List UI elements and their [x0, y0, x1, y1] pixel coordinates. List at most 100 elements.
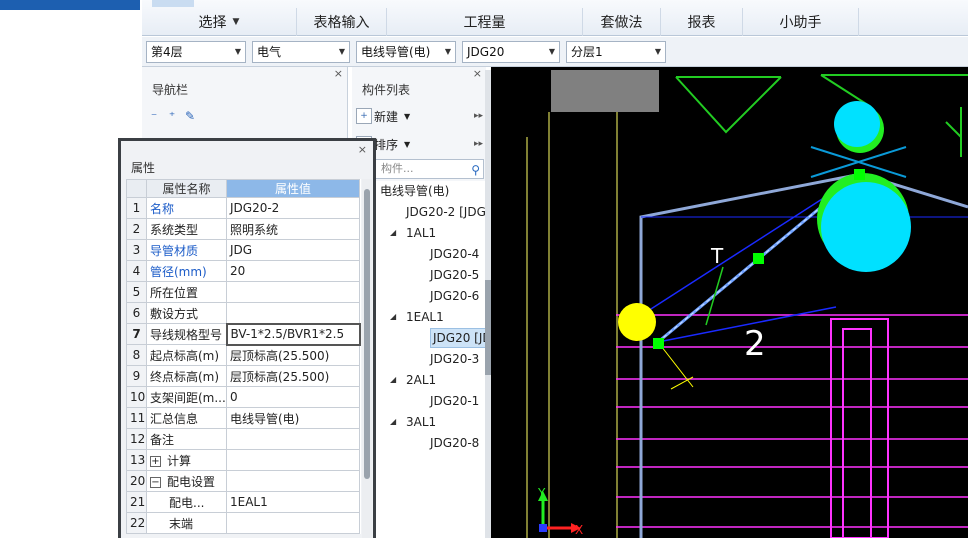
property-value[interactable]: JDG — [226, 239, 360, 261]
drawing-canvas[interactable]: T 2 X Y — [491, 67, 968, 538]
property-row[interactable]: 6 敷设方式 — [126, 302, 360, 324]
layer-select[interactable]: 分层1 ▼ — [566, 41, 666, 63]
close-icon[interactable]: × — [358, 143, 367, 156]
tree-group[interactable]: 3AL1 — [406, 412, 436, 432]
property-row-number: 9 — [126, 365, 147, 387]
property-row[interactable]: 13 + 计算 — [126, 449, 360, 471]
left-accent-bar — [0, 0, 140, 10]
property-row-number: 6 — [126, 302, 147, 324]
property-name-text: 起点标高(m) — [150, 348, 220, 363]
discipline-select-value: 电气 — [257, 45, 282, 59]
property-value[interactable]: 电线导管(电) — [226, 407, 360, 429]
node-marker[interactable] — [854, 169, 865, 180]
property-name-text: 导线规格型号 — [150, 327, 223, 342]
property-value[interactable] — [226, 470, 360, 492]
chevron-down-icon: ▼ — [338, 47, 345, 56]
close-icon[interactable]: × — [473, 67, 482, 80]
axis-x-label: X — [575, 523, 583, 537]
menu-apply-method[interactable]: 套做法 — [583, 8, 661, 36]
property-row[interactable]: 21 配电... 1EAL1 — [126, 491, 360, 513]
tree-expand-icon[interactable]: ◢ — [390, 417, 396, 426]
property-row[interactable]: 2 系统类型 照明系统 — [126, 218, 360, 240]
property-name-text: 所在位置 — [150, 285, 199, 300]
discipline-select[interactable]: 电气 ▼ — [252, 41, 350, 63]
category-select[interactable]: 电线导管(电) ▼ — [356, 41, 456, 63]
tree-group[interactable]: 1AL1 — [406, 223, 436, 243]
close-icon[interactable]: × — [334, 67, 343, 80]
property-value[interactable] — [226, 512, 360, 534]
property-row[interactable]: 8 起点标高(m) 层顶标高(25.500) — [126, 344, 360, 366]
tree-expand-icon[interactable]: ◢ — [390, 375, 396, 384]
tree-item[interactable]: JDG20-3 — [430, 349, 479, 369]
node-marker[interactable] — [753, 253, 764, 264]
property-value[interactable]: BV-1*2.5/BVR1*2.5 — [225, 322, 361, 346]
menu-assistant[interactable]: 小助手 — [743, 8, 859, 36]
tree-root[interactable]: 电线导管(电) — [380, 181, 449, 201]
tree-group[interactable]: 2AL1 — [406, 370, 436, 390]
property-value[interactable]: 层顶标高(25.500) — [226, 344, 360, 366]
new-component-button[interactable]: + 新建 ▼ ▸▸ — [356, 105, 486, 127]
property-name-text: 配电... — [169, 495, 205, 510]
floor-select-value: 第4层 — [151, 45, 183, 59]
fixture-yellow — [618, 303, 656, 341]
category-select-value: 电线导管(电) — [361, 45, 431, 59]
property-value[interactable]: 20 — [226, 260, 360, 282]
tree-expand-icon[interactable]: ◢ — [390, 228, 396, 237]
menu-assistant-label: 小助手 — [779, 15, 822, 31]
tree-item[interactable]: JDG20-5 — [430, 265, 479, 285]
more-arrow-icon[interactable]: ▸▸ — [474, 139, 483, 149]
chevron-down-icon: ▼ — [548, 47, 555, 56]
tree-item[interactable]: JDG20-2 [JDG — [406, 202, 486, 222]
tree-expand-icon[interactable]: ◢ — [390, 312, 396, 321]
property-value[interactable]: 0 — [226, 386, 360, 408]
scrollbar-thumb[interactable] — [364, 189, 370, 479]
property-row[interactable]: 3 导管材质 JDG — [126, 239, 360, 261]
collapse-icon[interactable]: − — [150, 476, 161, 488]
property-row[interactable]: 5 所在位置 — [126, 281, 360, 303]
property-row[interactable]: 11 汇总信息 电线导管(电) — [126, 407, 360, 429]
property-row[interactable]: 10 支架间距(m... 0 — [126, 386, 360, 408]
property-value[interactable] — [226, 428, 360, 450]
property-name: 汇总信息 — [146, 407, 227, 429]
property-row[interactable]: 22 末端 — [126, 512, 360, 534]
property-value[interactable]: 1EAL1 — [226, 491, 360, 513]
property-value[interactable] — [226, 281, 360, 303]
property-name: 末端 — [146, 512, 227, 534]
property-row[interactable]: 1 名称 JDG20-2 — [126, 197, 360, 219]
property-name-text: 名称 — [150, 201, 175, 216]
tree-item[interactable]: JDG20-6 — [430, 286, 479, 306]
tree-item[interactable]: JDG20-8 — [430, 433, 479, 453]
property-row[interactable]: 12 备注 — [126, 428, 360, 450]
green-line — [705, 266, 724, 326]
tree-item[interactable]: JDG20-4 — [430, 244, 479, 264]
floor-select[interactable]: 第4层 ▼ — [146, 41, 246, 63]
collapse-icon[interactable]: ⁻ — [146, 108, 162, 124]
property-value[interactable]: 层顶标高(25.500) — [226, 365, 360, 387]
property-value[interactable] — [226, 449, 360, 471]
property-name-text: 敷设方式 — [150, 306, 199, 321]
expand-icon[interactable]: + — [150, 455, 161, 467]
expand-icon[interactable]: ⁺ — [164, 108, 180, 124]
property-value[interactable]: 照明系统 — [226, 218, 360, 240]
tree-group[interactable]: 1EAL1 — [406, 307, 444, 327]
more-arrow-icon[interactable]: ▸▸ — [474, 111, 483, 121]
property-row[interactable]: 7 导线规格型号 BV-1*2.5/BVR1*2.5 — [126, 322, 361, 346]
chevron-down-icon: ▼ — [232, 17, 240, 27]
search-icon[interactable]: ⚲ — [471, 161, 480, 179]
type-select[interactable]: JDG20 ▼ — [462, 41, 560, 63]
property-row[interactable]: 20− 配电设置 — [126, 470, 360, 492]
menu-quantity[interactable]: 工程量 — [387, 8, 583, 36]
edit-icon[interactable]: ✎ — [182, 108, 198, 124]
menu-table-input[interactable]: 表格输入 — [297, 8, 387, 36]
node-marker[interactable] — [653, 338, 664, 349]
property-row[interactable]: 9 终点标高(m) 层顶标高(25.500) — [126, 365, 360, 387]
properties-scrollbar[interactable] — [362, 179, 372, 538]
origin-marker — [539, 524, 547, 532]
property-row[interactable]: 4 管径(mm) 20 — [126, 260, 360, 282]
menu-select[interactable]: 选择 ▼ — [142, 8, 297, 36]
property-row-number: 22 — [126, 512, 147, 534]
property-value[interactable]: JDG20-2 — [226, 197, 360, 219]
tree-item[interactable]: JDG20-1 — [430, 391, 479, 411]
menu-report[interactable]: 报表 — [661, 8, 743, 36]
property-value[interactable] — [226, 302, 360, 324]
